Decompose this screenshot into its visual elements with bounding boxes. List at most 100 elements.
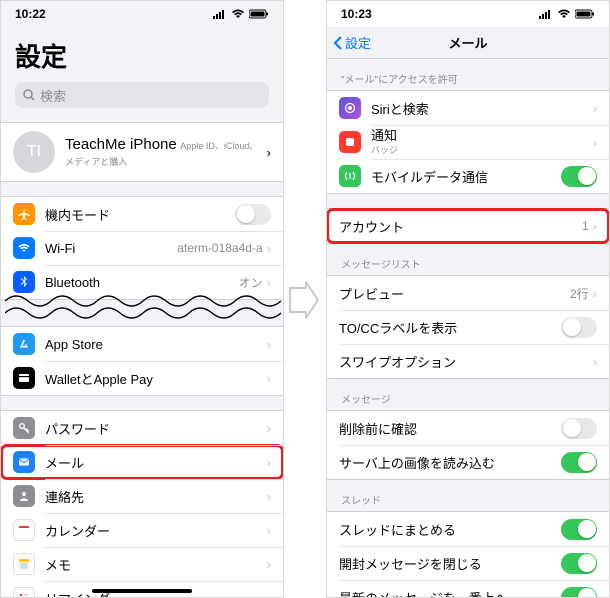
toggle[interactable] [561, 317, 597, 338]
battery-icon [249, 9, 269, 19]
status-icons [539, 9, 595, 19]
row-load-remote-images[interactable]: サーバ上の画像を読み込む [327, 445, 609, 479]
status-bar: 10:22 [1, 1, 283, 27]
row-label: 削除前に確認 [339, 419, 561, 438]
row-label: サーバ上の画像を読み込む [339, 453, 561, 472]
search-icon [23, 89, 35, 101]
chevron-right-icon: › [267, 241, 271, 256]
reminders-icon [13, 587, 35, 598]
search-placeholder: 検索 [40, 86, 66, 105]
apple-id-name: TeachMe iPhone [65, 136, 177, 153]
avatar: TI [13, 131, 55, 173]
toggle[interactable] [561, 587, 597, 598]
nav-bar: 設定 検索 [1, 27, 283, 114]
row-organize-thread[interactable]: スレッドにまとめる [327, 512, 609, 546]
back-label: 設定 [345, 33, 371, 52]
mail-settings-screen: 10:23 設定 メール "メール"にアクセスを許可 Siriと検索 › 通知 … [326, 0, 610, 598]
toggle[interactable] [561, 452, 597, 473]
message-list-group: プレビュー 2行 › TO/CCラベルを表示 スワイプオプション › [327, 275, 609, 379]
chevron-right-icon: › [593, 354, 597, 369]
row-detail: aterm-018a4d-a [177, 241, 262, 255]
row-calendar[interactable]: カレンダー › [1, 513, 283, 547]
row-wifi[interactable]: Wi-Fi aterm-018a4d-a › [1, 231, 283, 265]
row-contacts[interactable]: 連絡先 › [1, 479, 283, 513]
row-tocc-label[interactable]: TO/CCラベルを表示 [327, 310, 609, 344]
row-collapse-read[interactable]: 開封メッセージを閉じる [327, 546, 609, 580]
row-label: スレッドにまとめる [339, 520, 561, 539]
row-detail: 2行 [570, 285, 589, 302]
key-icon [13, 417, 35, 439]
row-siri-search[interactable]: Siriと検索 › [327, 91, 609, 125]
status-time: 10:22 [15, 7, 46, 21]
section-header: メッセージ [327, 379, 609, 410]
notes-icon [13, 553, 35, 575]
nav-title: メール [448, 33, 487, 52]
row-swipe-options[interactable]: スワイプオプション › [327, 344, 609, 378]
wifi-icon [231, 9, 245, 19]
toggle[interactable] [561, 553, 597, 574]
row-label: プレビュー [339, 284, 570, 303]
account-group: アカウント 1 › [327, 208, 609, 244]
section-header: "メール"にアクセスを許可 [327, 59, 609, 90]
toggle[interactable] [561, 519, 597, 540]
row-accounts[interactable]: アカウント 1 › [327, 209, 609, 243]
chevron-right-icon: › [267, 337, 271, 352]
row-label: パスワード [45, 419, 267, 438]
row-label: Siriと検索 [371, 99, 593, 118]
row-label: Bluetooth [45, 275, 239, 290]
section-header: スレッド [327, 480, 609, 511]
contacts-icon [13, 485, 35, 507]
page-title: 設定 [15, 37, 269, 74]
calendar-icon [13, 519, 35, 541]
chevron-left-icon [333, 36, 343, 50]
store-group: App Store › WalletとApple Pay › [1, 326, 283, 396]
chevron-right-icon: › [593, 135, 597, 150]
row-label: メール [45, 453, 267, 472]
row-label: 連絡先 [45, 487, 267, 506]
wifi-icon [13, 237, 35, 259]
row-airplane-mode[interactable]: 機内モード [1, 197, 283, 231]
row-label: 通知 [371, 129, 593, 142]
toggle[interactable] [561, 166, 597, 187]
back-button[interactable]: 設定 [333, 33, 371, 52]
chevron-right-icon: › [593, 219, 597, 234]
toggle[interactable] [561, 418, 597, 439]
wifi-icon [557, 9, 571, 19]
section-header: メッセージリスト [327, 244, 609, 275]
row-label: 機内モード [45, 205, 235, 224]
row-label: スワイプオプション [339, 352, 593, 371]
home-indicator [92, 589, 192, 593]
chevron-right-icon: › [267, 455, 271, 470]
connectivity-group: 機内モード Wi-Fi aterm-018a4d-a › Bluetooth オ… [1, 196, 283, 300]
apple-id-row[interactable]: TI TeachMe iPhone Apple ID、iCloud、メディアと購… [1, 122, 283, 182]
siri-icon [339, 97, 361, 119]
notification-icon [339, 131, 361, 153]
chevron-right-icon: › [267, 275, 271, 290]
row-cellular-data[interactable]: モバイルデータ通信 [327, 159, 609, 193]
chevron-right-icon: › [267, 371, 271, 386]
row-ask-before-delete[interactable]: 削除前に確認 [327, 411, 609, 445]
search-input[interactable]: 検索 [15, 82, 269, 108]
apps-group: パスワード › メール › 連絡先 › カレンダー › メモ › リマインダー … [1, 410, 283, 598]
row-label: メモ [45, 555, 267, 574]
row-passwords[interactable]: パスワード › [1, 411, 283, 445]
nav-bar: 設定 メール [327, 27, 609, 59]
chevron-right-icon: › [267, 145, 271, 160]
row-recent-top[interactable]: 最新のメッセージを一番上へ [327, 580, 609, 598]
row-wallet[interactable]: WalletとApple Pay › [1, 361, 283, 395]
bluetooth-icon [13, 271, 35, 293]
toggle[interactable] [235, 204, 271, 225]
arrow-icon [286, 280, 322, 320]
row-notifications[interactable]: 通知 バッジ › [327, 125, 609, 159]
row-label: モバイルデータ通信 [371, 167, 561, 186]
chevron-right-icon: › [267, 421, 271, 436]
row-app-store[interactable]: App Store › [1, 327, 283, 361]
row-mail[interactable]: メール › [1, 445, 283, 479]
row-notes[interactable]: メモ › [1, 547, 283, 581]
row-preview[interactable]: プレビュー 2行 › [327, 276, 609, 310]
mail-icon [13, 451, 35, 473]
status-time: 10:23 [341, 7, 372, 21]
row-bluetooth[interactable]: Bluetooth オン › [1, 265, 283, 299]
row-label: Wi-Fi [45, 241, 177, 256]
row-label: アカウント [339, 217, 582, 236]
